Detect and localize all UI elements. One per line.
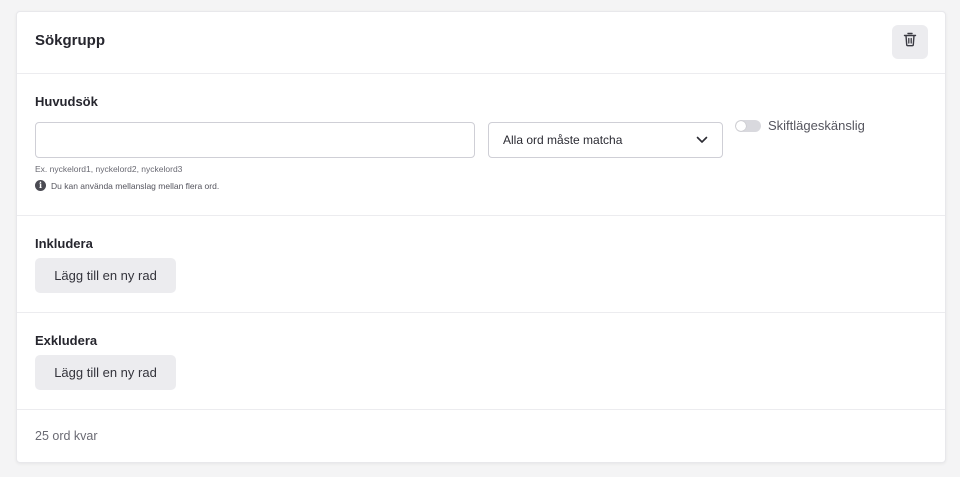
match-mode-select[interactable]: Alla ord måste matcha	[488, 122, 723, 158]
card-footer: 25 ord kvar	[17, 410, 945, 464]
keyword-example-text: Ex. nyckelord1, nyckelord2, nyckelord3	[35, 164, 183, 174]
exclude-section: Exkludera Lägg till en ny rad	[17, 313, 945, 410]
delete-group-button[interactable]	[892, 25, 928, 59]
info-icon: i	[35, 180, 46, 191]
case-sensitive-label: Skiftlägeskänslig	[768, 118, 865, 133]
card-header: Sökgrupp	[17, 12, 945, 74]
case-sensitive-toggle[interactable]: Skiftlägeskänslig	[735, 118, 865, 133]
toggle-switch[interactable]	[735, 119, 761, 132]
exclude-label: Exkludera	[35, 333, 98, 348]
card-title: Sökgrupp	[35, 32, 105, 49]
info-text: Du kan använda mellanslag mellan flera o…	[51, 180, 220, 191]
include-section: Inkludera Lägg till en ny rad	[17, 216, 945, 313]
chevron-down-icon	[696, 131, 708, 149]
include-add-row-button[interactable]: Lägg till en ny rad	[35, 258, 176, 293]
info-note: i Du kan använda mellanslag mellan flera…	[35, 180, 219, 191]
main-search-section: Huvudsök Alla ord måste matcha Skiftläge…	[17, 74, 945, 216]
include-label: Inkludera	[35, 236, 93, 251]
search-group-card: Sökgrupp Huvudsök Alla ord måste matcha	[16, 11, 946, 463]
match-mode-value: Alla ord måste matcha	[503, 133, 623, 147]
main-search-label: Huvudsök	[35, 94, 98, 109]
trash-icon	[903, 32, 917, 52]
exclude-add-row-button[interactable]: Lägg till en ny rad	[35, 355, 176, 390]
main-search-input[interactable]	[35, 122, 475, 158]
words-left-counter: 25 ord kvar	[35, 429, 98, 443]
